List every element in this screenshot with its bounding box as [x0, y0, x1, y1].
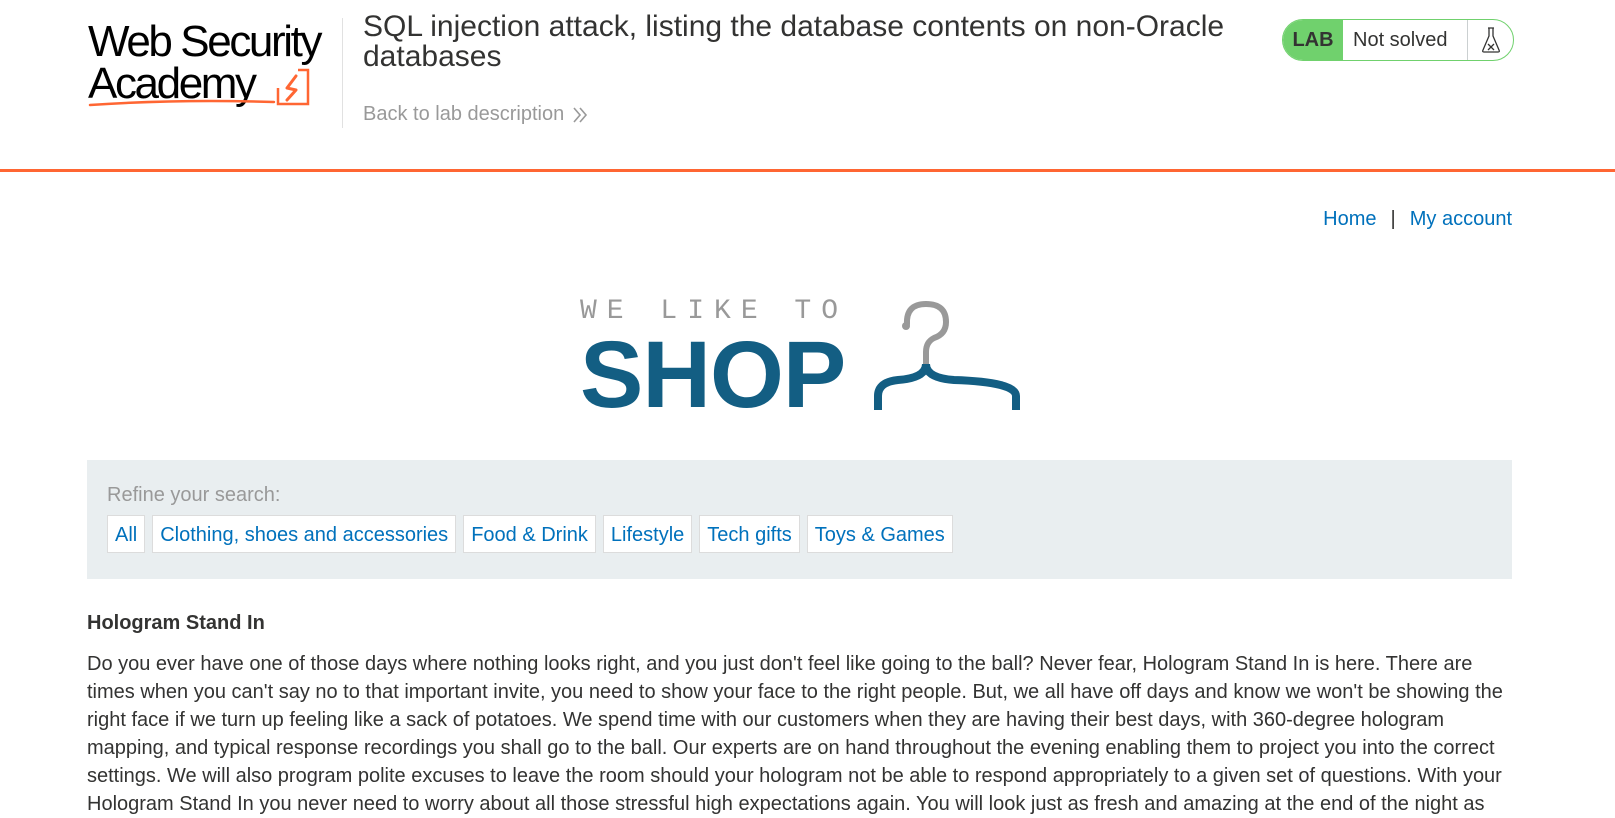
lab-title: SQL injection attack, listing the databa… [363, 10, 1225, 73]
nav-home-link[interactable]: Home [1323, 208, 1376, 231]
filter-toys-games[interactable]: Toys & Games [806, 515, 953, 553]
flask-icon [1481, 27, 1500, 53]
search-filters: Refine your search: All Clothing, shoes … [87, 460, 1512, 579]
nav-separator: | [1390, 208, 1396, 230]
lab-status-widget: LAB Not solved [1282, 19, 1514, 61]
top-nav: Home | My account [1323, 208, 1512, 231]
filter-tech-gifts[interactable]: Tech gifts [699, 515, 800, 553]
lab-status-text: Not solved [1353, 28, 1448, 51]
logo-swoosh-icon [88, 99, 276, 107]
academy-header: Web Security Academy SQL injection attac… [0, 0, 1615, 172]
shop-logo-wordmark: SHOP [580, 322, 846, 428]
header-divider [342, 18, 343, 128]
logo-line-1: Web Security [88, 17, 322, 66]
product-title: Hologram Stand In [87, 612, 265, 634]
category-filter-list: All Clothing, shoes and accessories Food… [107, 515, 953, 553]
filter-all[interactable]: All [107, 515, 146, 553]
nav-my-account-link[interactable]: My account [1410, 208, 1512, 231]
back-link-label: Back to lab description [363, 103, 565, 125]
shop-logo: WE LIKE TO SHOP [580, 296, 1020, 423]
back-to-lab-description-link[interactable]: Back to lab description [363, 103, 588, 126]
web-security-academy-logo[interactable]: Web Security Academy [88, 18, 340, 110]
filter-clothing-shoes-accessories[interactable]: Clothing, shoes and accessories [152, 515, 457, 553]
double-chevron-right-icon [573, 106, 588, 123]
lab-flask-button[interactable] [1467, 20, 1513, 60]
filter-lifestyle[interactable]: Lifestyle [602, 515, 693, 553]
product-description: Do you ever have one of those days where… [87, 653, 1503, 815]
header-orange-rule [0, 169, 1615, 172]
lab-badge: LAB [1283, 20, 1343, 60]
hanger-icon [874, 300, 1020, 410]
academy-lightning-icon [276, 68, 310, 106]
refine-search-label: Refine your search: [107, 484, 281, 506]
filter-food-drink[interactable]: Food & Drink [463, 515, 596, 553]
